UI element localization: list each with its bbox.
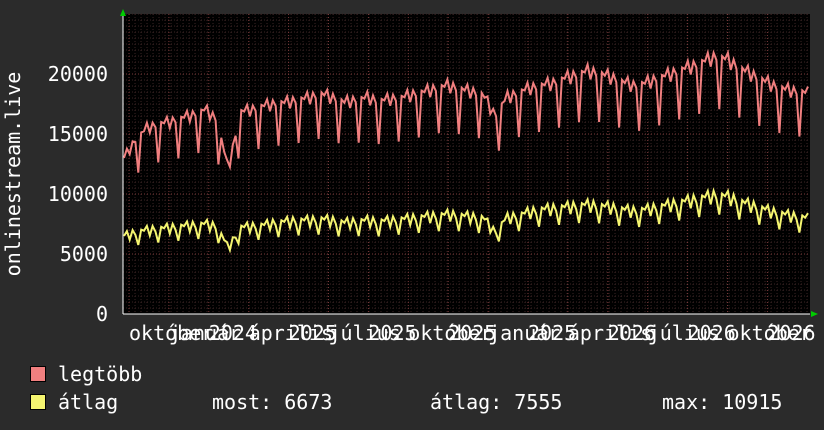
plot-area bbox=[123, 14, 810, 314]
stat-most: most: 6673 bbox=[212, 390, 333, 414]
legend-item-atlag: átlag bbox=[30, 390, 118, 414]
legend-item-legtobb: legtöbb bbox=[30, 362, 142, 386]
x-axis-arrow bbox=[811, 311, 818, 317]
y-tick-label: 15000 bbox=[48, 122, 108, 146]
y-axis-label: onlinestream.live bbox=[1, 72, 25, 277]
x-tick-label: 2026 bbox=[767, 321, 815, 345]
y-tick-label: 5000 bbox=[60, 242, 108, 266]
y-tick-label: 10000 bbox=[48, 182, 108, 206]
stat-atlag: átlag: 7555 bbox=[430, 390, 563, 414]
stat-max: max: 10915 bbox=[662, 390, 783, 414]
legend-label: legtöbb bbox=[58, 362, 143, 386]
y-tick-label: 0 bbox=[96, 302, 108, 326]
legend-swatch bbox=[30, 394, 46, 410]
y-tick-label: 20000 bbox=[48, 62, 108, 86]
chart-stage: 0 5000 10000 15000 20000 október január 2024 ápr… bbox=[0, 0, 824, 430]
line-chart: 05000100001500020000októberjanuár2024ápr… bbox=[1, 9, 818, 345]
legend-label: átlag bbox=[58, 390, 119, 414]
y-axis-arrow bbox=[120, 9, 126, 16]
legend-swatch bbox=[30, 366, 46, 382]
